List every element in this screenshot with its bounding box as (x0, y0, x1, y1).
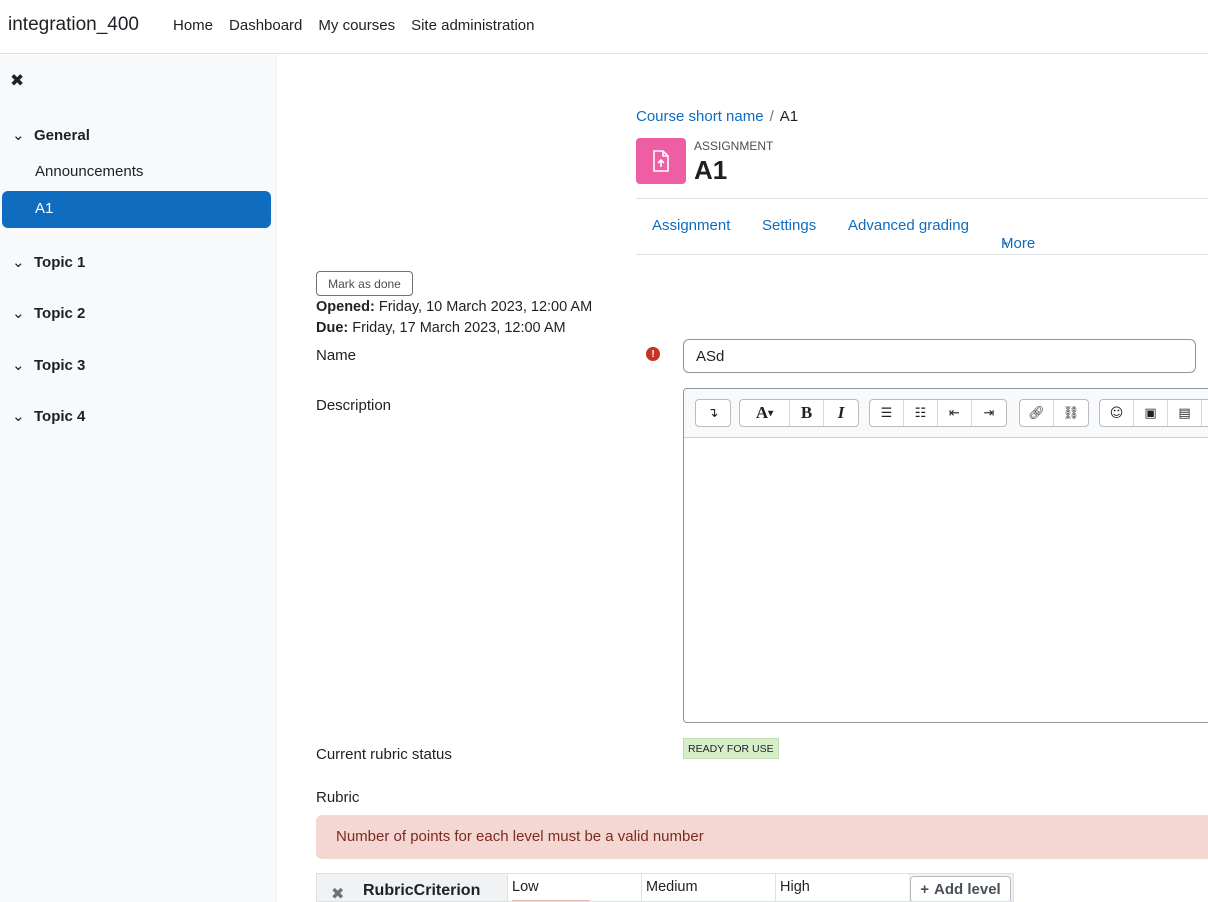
course-index-drawer: ✖ ⌄ General Announcements A1 ⌄ Topic 1 ⌄… (0, 55, 277, 902)
level-cell-high[interactable]: High (775, 874, 909, 901)
section-topic-3[interactable]: ⌄ Topic 3 (12, 356, 86, 375)
add-level-button[interactable]: + Add level (910, 876, 1011, 901)
section-label: Topic 4 (34, 407, 86, 425)
due-date: Due: Friday, 17 March 2023, 12:00 AM (316, 320, 566, 336)
nav-my-courses[interactable]: My courses (318, 17, 395, 34)
chevron-down-icon: ⌄ (12, 357, 25, 374)
activity-type: ASSIGNMENT (694, 139, 774, 153)
due-value: Friday, 17 March 2023, 12:00 AM (352, 320, 566, 336)
editor-toolbar: ↴ A ▾ B I ☰ ☷ ⇤ ⇥ 🔗︎ ⛓︎ ☺ ▣ ▤ (684, 389, 1208, 438)
outdent-icon[interactable]: ⇤ (938, 400, 972, 426)
section-label: Topic 2 (34, 304, 86, 322)
toolbar-group-collapse: ↴ (695, 399, 731, 427)
chevron-down-icon: ⌄ (12, 254, 25, 271)
page-title: A1 (694, 155, 728, 185)
rubric-criterion-row: ✖ RubricCriterion Low Medium High + Add … (316, 873, 1014, 902)
tab-assignment[interactable]: Assignment (652, 217, 730, 234)
link-icon[interactable]: 🔗︎ (1020, 400, 1054, 426)
description-editor[interactable]: ↴ A ▾ B I ☰ ☷ ⇤ ⇥ 🔗︎ ⛓︎ ☺ ▣ ▤ (683, 388, 1208, 723)
section-label: Topic 1 (34, 253, 86, 271)
add-level-label: Add level (934, 881, 1001, 898)
toolbar-group-style: A ▾ B I (739, 399, 859, 427)
delete-criterion-icon[interactable]: ✖ (331, 884, 344, 901)
toolbar-group-links: 🔗︎ ⛓︎ (1019, 399, 1089, 427)
rubric-status-label: Current rubric status (316, 746, 452, 763)
primary-navigation: Home Dashboard My courses Site administr… (173, 17, 551, 34)
exclamation-icon: ! (646, 347, 660, 361)
secondary-navigation: Assignment Settings Advanced grading Mor… (636, 198, 1208, 255)
chevron-down-icon: ⌄ (12, 305, 25, 322)
level-cell-low[interactable]: Low (507, 874, 641, 901)
close-icon[interactable]: ✖ (10, 71, 24, 91)
site-name[interactable]: integration_400 (8, 14, 139, 36)
emoji-icon[interactable]: ☺ (1100, 400, 1134, 426)
rubric-label: Rubric (316, 789, 360, 806)
section-label: Topic 3 (34, 356, 86, 374)
italic-icon[interactable]: I (824, 400, 858, 426)
breadcrumb-current: A1 (779, 108, 799, 125)
drawer-item-a1[interactable]: A1 (2, 191, 271, 228)
due-label: Due: (316, 320, 349, 336)
status-badge: READY FOR USE (683, 738, 779, 759)
nav-site-administration[interactable]: Site administration (411, 17, 534, 34)
tab-advanced-grading[interactable]: Advanced grading (848, 217, 969, 234)
opened-label: Opened: (316, 299, 375, 315)
level-definition: Low (512, 879, 539, 895)
description-label: Description (316, 397, 392, 414)
chevron-down-icon: ⌄ (12, 127, 25, 144)
section-topic-2[interactable]: ⌄ Topic 2 (12, 304, 86, 323)
section-topic-1[interactable]: ⌄ Topic 1 (12, 253, 86, 272)
name-label: Name (316, 347, 357, 364)
chevron-down-icon: ⌄ (12, 408, 25, 425)
bold-icon[interactable]: B (790, 400, 824, 426)
ordered-list-icon[interactable]: ☷ (904, 400, 938, 426)
breadcrumb-separator: / (769, 108, 774, 125)
opened-date: Opened: Friday, 10 March 2023, 12:00 AM (316, 299, 592, 315)
section-topic-4[interactable]: ⌄ Topic 4 (12, 407, 86, 426)
top-navbar: integration_400 Home Dashboard My course… (0, 0, 1208, 54)
opened-value: Friday, 10 March 2023, 12:00 AM (378, 299, 593, 315)
media-icon[interactable]: ▤ (1168, 400, 1202, 426)
nav-home[interactable]: Home (173, 17, 213, 34)
nav-dashboard[interactable]: Dashboard (229, 17, 302, 34)
breadcrumb-course-link[interactable]: Course short name (636, 108, 764, 125)
section-label: General (34, 126, 90, 144)
level-definition: High (780, 879, 810, 895)
breadcrumb: Course short name / A1 (636, 108, 798, 125)
criterion-description[interactable]: RubricCriterion (363, 882, 480, 900)
name-input[interactable] (683, 339, 1196, 373)
unlink-icon[interactable]: ⛓︎ (1054, 400, 1088, 426)
more-tools-icon[interactable] (1202, 400, 1208, 426)
mark-as-done-button[interactable]: Mark as done (316, 271, 413, 296)
toolbar-group-insert: ☺ ▣ ▤ (1099, 399, 1208, 427)
toolbar-group-lists: ☰ ☷ ⇤ ⇥ (869, 399, 1007, 427)
plus-icon: + (920, 881, 930, 898)
unordered-list-icon[interactable]: ☰ (870, 400, 904, 426)
section-general[interactable]: ⌄ General (12, 126, 90, 145)
tab-settings[interactable]: Settings (762, 217, 816, 234)
assignment-icon (636, 138, 686, 184)
drawer-item-announcements[interactable]: Announcements (35, 163, 143, 180)
level-cell-medium[interactable]: Medium (641, 874, 775, 901)
chevron-down-icon: ⌄ (1001, 236, 1011, 248)
image-icon[interactable]: ▣ (1134, 400, 1168, 426)
level-definition: Medium (646, 879, 698, 895)
collapse-icon[interactable]: ↴ (696, 400, 730, 426)
error-alert: Number of points for each level must be … (316, 815, 1208, 859)
font-style-icon[interactable]: A ▾ (740, 400, 790, 426)
indent-icon[interactable]: ⇥ (972, 400, 1006, 426)
